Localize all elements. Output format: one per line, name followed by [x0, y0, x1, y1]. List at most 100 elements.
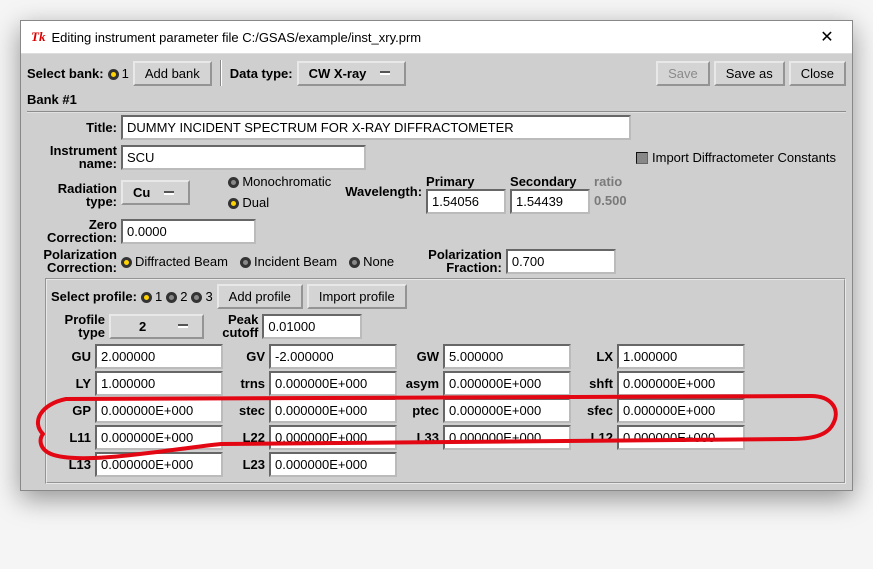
window-title: Editing instrument parameter file C:/GSA…: [51, 30, 812, 45]
peak-cutoff-input[interactable]: [262, 314, 362, 339]
dropdown-indicator-icon: [178, 324, 188, 328]
table-row: L13 L23: [51, 451, 747, 478]
table-row: LY trns asym shft: [51, 370, 747, 397]
save-button[interactable]: Save: [656, 61, 710, 86]
param-label-L23: L23: [225, 451, 267, 478]
profile-type-dropdown[interactable]: 2: [109, 314, 204, 339]
bank-radio-1[interactable]: 1: [108, 66, 129, 81]
diffracted-beam-radio[interactable]: Diffracted Beam: [121, 254, 228, 269]
add-profile-button[interactable]: Add profile: [217, 284, 303, 309]
incident-beam-radio[interactable]: Incident Beam: [240, 254, 337, 269]
param-label-L11: L11: [51, 424, 93, 451]
radiation-element-value: Cu: [133, 185, 150, 200]
param-input-ptec[interactable]: [443, 398, 571, 423]
import-diff-checkbox[interactable]: Import Diffractometer Constants: [636, 150, 836, 165]
profile-section: Select profile: 1 2 3 Add profile Import…: [45, 278, 846, 484]
secondary-label: Secondary: [510, 174, 590, 189]
param-label-LX: LX: [573, 343, 615, 370]
param-label-L22: L22: [225, 424, 267, 451]
add-bank-button[interactable]: Add bank: [133, 61, 212, 86]
param-input-GU[interactable]: [95, 344, 223, 369]
radiation-element-dropdown[interactable]: Cu: [121, 180, 190, 205]
param-input-L13[interactable]: [95, 452, 223, 477]
param-label-L12: L12: [573, 424, 615, 451]
param-label-trns: trns: [225, 370, 267, 397]
param-input-LX[interactable]: [617, 344, 745, 369]
param-input-GP[interactable]: [95, 398, 223, 423]
param-input-stec[interactable]: [269, 398, 397, 423]
parameter-table: GU GV GW LX LY trns asym shft: [51, 343, 747, 478]
content-area: Select bank: 1 Add bank Data type: CW X-…: [21, 54, 852, 490]
table-row: L11 L22 L33 L12: [51, 424, 747, 451]
top-toolbar: Select bank: 1 Add bank Data type: CW X-…: [27, 60, 846, 86]
monochromatic-radio[interactable]: Monochromatic: [228, 174, 331, 189]
wavelength-label: Wavelength:: [345, 174, 422, 199]
ratio-label: ratio: [594, 174, 627, 189]
bank-header: Bank #1: [27, 90, 846, 113]
param-input-L33[interactable]: [443, 425, 571, 450]
data-type-dropdown[interactable]: CW X-ray: [297, 61, 407, 86]
zero-correction-label: ZeroCorrection:: [27, 218, 117, 244]
zero-correction-input[interactable]: [121, 219, 256, 244]
param-input-trns[interactable]: [269, 371, 397, 396]
param-input-L23[interactable]: [269, 452, 397, 477]
instrument-name-label: Instrumentname:: [27, 144, 117, 170]
polarization-fraction-input[interactable]: [506, 249, 616, 274]
profile-type-value: 2: [121, 319, 164, 334]
param-label-L33: L33: [399, 424, 441, 451]
param-label-sfec: sfec: [573, 397, 615, 424]
param-input-L22[interactable]: [269, 425, 397, 450]
editor-window: Tk Editing instrument parameter file C:/…: [20, 20, 853, 491]
polarization-fraction-label: PolarizationFraction:: [428, 248, 502, 274]
separator: [220, 60, 222, 86]
param-label-shft: shft: [573, 370, 615, 397]
param-label-ptec: ptec: [399, 397, 441, 424]
tk-icon: Tk: [31, 29, 45, 45]
param-label-LY: LY: [51, 370, 93, 397]
secondary-input[interactable]: [510, 189, 590, 214]
close-button[interactable]: Close: [789, 61, 846, 86]
titlebar: Tk Editing instrument parameter file C:/…: [21, 21, 852, 54]
radiation-type-label: Radiationtype:: [27, 174, 117, 208]
wavelength-primary-group: Primary: [426, 174, 506, 214]
instrument-name-input[interactable]: [121, 145, 366, 170]
dropdown-indicator-icon: [380, 71, 390, 75]
param-label-asym: asym: [399, 370, 441, 397]
data-type-value: CW X-ray: [309, 66, 367, 81]
profile-radio-1[interactable]: 1: [141, 289, 162, 304]
param-input-GW[interactable]: [443, 344, 571, 369]
param-input-L11[interactable]: [95, 425, 223, 450]
param-input-L12[interactable]: [617, 425, 745, 450]
table-row: GU GV GW LX: [51, 343, 747, 370]
table-row: GP stec ptec sfec: [51, 397, 747, 424]
title-label: Title:: [27, 120, 117, 135]
dual-radio[interactable]: Dual: [228, 195, 331, 210]
wavelength-secondary-group: Secondary: [510, 174, 590, 214]
profile-radio-3[interactable]: 3: [191, 289, 212, 304]
primary-input[interactable]: [426, 189, 506, 214]
import-profile-button[interactable]: Import profile: [307, 284, 407, 309]
param-input-GV[interactable]: [269, 344, 397, 369]
param-input-LY[interactable]: [95, 371, 223, 396]
save-as-button[interactable]: Save as: [714, 61, 785, 86]
select-profile-label: Select profile:: [51, 289, 137, 304]
param-label-L13: L13: [51, 451, 93, 478]
none-radio[interactable]: None: [349, 254, 394, 269]
title-input[interactable]: [121, 115, 631, 140]
dropdown-indicator-icon: [164, 191, 174, 195]
param-label-stec: stec: [225, 397, 267, 424]
beam-mode-group: Monochromatic Dual: [228, 174, 331, 210]
profile-radio-2[interactable]: 2: [166, 289, 187, 304]
peak-cutoff-label: Peakcutoff: [222, 313, 258, 339]
select-bank-label: Select bank:: [27, 66, 104, 81]
wavelength-ratio-group: ratio 0.500: [594, 174, 627, 208]
param-input-asym[interactable]: [443, 371, 571, 396]
close-icon[interactable]: ✕: [812, 27, 842, 47]
data-type-label: Data type:: [230, 66, 293, 81]
param-label-GV: GV: [225, 343, 267, 370]
param-label-GP: GP: [51, 397, 93, 424]
ratio-value: 0.500: [594, 189, 627, 208]
profile-type-label: Profiletype: [51, 313, 105, 339]
param-input-sfec[interactable]: [617, 398, 745, 423]
param-input-shft[interactable]: [617, 371, 745, 396]
